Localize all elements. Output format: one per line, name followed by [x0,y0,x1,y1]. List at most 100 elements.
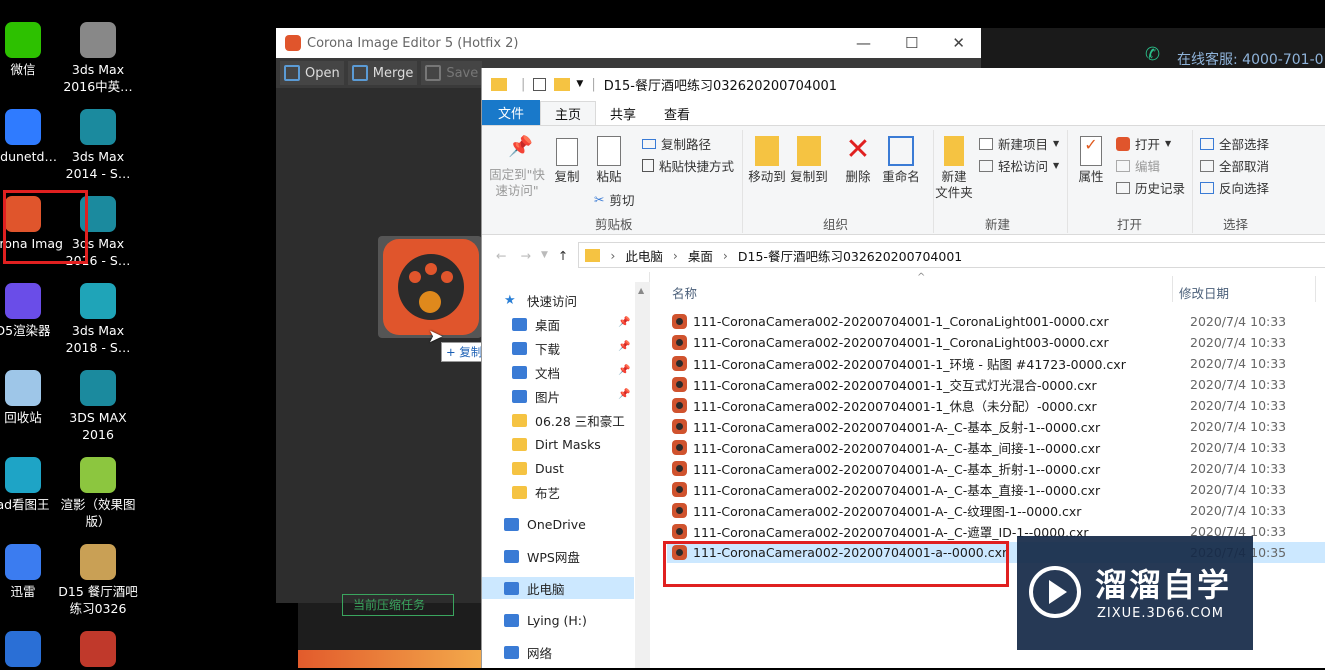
merge-button[interactable]: Merge [347,61,418,85]
3dsmax-icon [80,370,116,406]
nav-scrollbar[interactable]: ▲ [635,282,650,668]
address-bar[interactable]: › 此电脑 › 桌面 › D15-餐厅酒吧练习032620200704001 [578,242,1325,268]
desktop-item[interactable]: ad看图王 [0,457,64,513]
nav-item[interactable]: Dirt Masks [512,433,601,455]
file-row[interactable]: 111-CoronaCamera002-20200704001-A-_C-基本_… [667,416,1325,437]
tab-view[interactable]: 查看 [650,101,704,125]
archive-icon [80,631,116,667]
open-button[interactable]: Open [280,61,344,85]
nav-item[interactable]: OneDrive [504,513,586,535]
file-row[interactable]: 111-CoronaCamera002-20200704001-1_休息（未分配… [667,395,1325,416]
tab-share[interactable]: 共享 [596,101,650,125]
group-organize: 组织 [823,217,849,232]
move-to-button[interactable]: 移动到 [748,136,786,185]
column-name[interactable]: 名称 [672,283,697,302]
open-file-button[interactable]: 打开 ▼ [1116,134,1171,153]
file-name: 111-CoronaCamera002-20200704001-A-_C-基本_… [693,441,1101,456]
new-item-button[interactable]: 新建项目 ▼ [979,134,1059,153]
xuanying-icon [80,457,116,493]
document-icon [512,365,527,379]
desktop-item[interactable]: 微信 [0,22,64,78]
new-folder-quick-icon[interactable] [554,77,571,91]
file-row[interactable]: 111-CoronaCamera002-20200704001-1_交互式灯光混… [667,374,1325,395]
pin-quick-access-button[interactable]: 📌 固定到"快速访问" [488,136,546,199]
ribbon-tabs: 文件 主页 共享 查看 [482,100,1325,125]
desktop-item[interactable]: 3DS MAX 2016 [57,370,139,443]
forward-arrow-icon[interactable]: → [520,248,530,263]
save-icon [425,65,442,81]
delete-button[interactable]: ✕ 删除 [842,134,874,185]
maximize-button[interactable]: ☐ [905,34,918,52]
file-row[interactable]: 111-CoronaCamera002-20200704001-1_Corona… [667,332,1325,353]
copy-to-button[interactable]: 复制到 [790,136,828,185]
file-row[interactable]: 111-CoronaCamera002-20200704001-A-_C-纹理图… [667,500,1325,521]
desktop-item[interactable] [57,631,139,670]
file-row[interactable]: 111-CoronaCamera002-20200704001-A-_C-基本_… [667,437,1325,458]
compress-task-button[interactable]: 当前压缩任务 [342,594,454,616]
nav-item-label: 文档 [535,365,561,381]
recent-dropdown-icon[interactable]: ▼ [541,250,548,260]
history-button[interactable]: 历史记录 [1116,178,1185,197]
nav-item[interactable]: 桌面 [512,313,560,335]
play-logo-icon [1029,566,1081,618]
desktop-item[interactable]: D15 餐厅酒吧练习0326 [57,544,139,617]
nav-item[interactable]: Dust [512,457,564,479]
rename-button[interactable]: 重命名 [880,136,922,185]
tab-home[interactable]: 主页 [540,101,597,125]
desktop-item[interactable]: 3ds Max 2014 - S… [57,109,139,182]
file-row[interactable]: 111-CoronaCamera002-20200704001-1_环境 - 贴… [667,353,1325,374]
nav-item[interactable]: 布艺 [512,481,560,503]
desktop-item[interactable]: 3ds Max 2016中英… [57,22,139,95]
new-folder-button[interactable]: 新建 文件夹 [935,136,973,201]
up-arrow-icon[interactable]: ↑ [558,248,568,263]
easy-access-button[interactable]: 轻松访问 ▼ [979,156,1059,175]
close-button[interactable]: ✕ [952,34,965,52]
tab-file[interactable]: 文件 [482,100,541,125]
desktop-item[interactable]: 渲影（效果图版） [57,457,139,530]
desktop-item[interactable]: 回收站 [0,370,64,426]
cut-button[interactable]: ✂ 剪切 [594,190,635,209]
copy-button[interactable]: 复制 [552,138,582,185]
sort-up-icon: ^ [917,272,926,283]
quick-access-dropdown-icon[interactable]: ▼ [576,79,583,89]
nav-item[interactable]: Lying (H:) [504,609,587,631]
desktop-item[interactable]: aidunetd… [0,109,64,165]
nav-item[interactable]: ★ 快速访问 [504,289,577,311]
properties-button[interactable]: ✓ 属性 [1074,136,1108,185]
desktop-item-label: 3ds Max 2018 - S… [65,323,131,355]
paste-button[interactable]: 粘贴 [592,136,626,185]
back-arrow-icon[interactable]: ← [496,248,506,263]
cxr-file-icon [672,482,687,497]
folder-icon [512,461,527,475]
edit-button[interactable]: 编辑 [1116,156,1160,175]
save-button[interactable]: Save [421,61,483,85]
breadcrumb-current-folder[interactable]: D15-餐厅酒吧练习032620200704001 [738,246,962,265]
select-none-button[interactable]: 全部取消 [1200,156,1269,175]
nav-item[interactable]: 下载 [512,337,560,359]
paste-shortcut-icon [642,159,654,172]
nav-item[interactable]: 此电脑 [482,577,634,599]
nav-item[interactable]: 图片 [512,385,560,407]
file-row[interactable]: 111-CoronaCamera002-20200704001-A-_C-基本_… [667,458,1325,479]
nav-item[interactable]: WPS网盘 [504,545,580,567]
nav-item[interactable]: 文档 [512,361,560,383]
file-row[interactable]: 111-CoronaCamera002-20200704001-A-_C-基本_… [667,479,1325,500]
nav-item[interactable]: 网络 [504,641,552,663]
nav-item-label: 此电脑 [527,581,565,597]
minimize-button[interactable]: — [856,34,871,52]
nav-item[interactable]: 06.28 三和豪工 [512,409,625,431]
desktop-item[interactable]: 3ds Max 2018 - S… [57,283,139,356]
copy-path-button[interactable]: 复制路径 [642,134,711,153]
column-date[interactable]: 修改日期 [1179,283,1229,302]
select-all-button[interactable]: 全部选择 [1200,134,1269,153]
paste-shortcut-button[interactable]: 粘贴快捷方式 [642,156,734,175]
properties-quick-icon[interactable] [533,77,547,91]
file-row[interactable]: 111-CoronaCamera002-20200704001-1_Corona… [667,311,1325,332]
properties-check-icon: ✓ [1080,136,1102,166]
desktop-item[interactable]: 迅雷 [0,544,64,600]
breadcrumb-desktop[interactable]: 桌面 [688,246,713,265]
invert-selection-button[interactable]: 反向选择 [1200,178,1269,197]
desktop-item[interactable]: D5渲染器 [0,283,64,339]
breadcrumb-this-pc[interactable]: 此电脑 [625,246,663,265]
desktop-item[interactable] [0,631,64,670]
